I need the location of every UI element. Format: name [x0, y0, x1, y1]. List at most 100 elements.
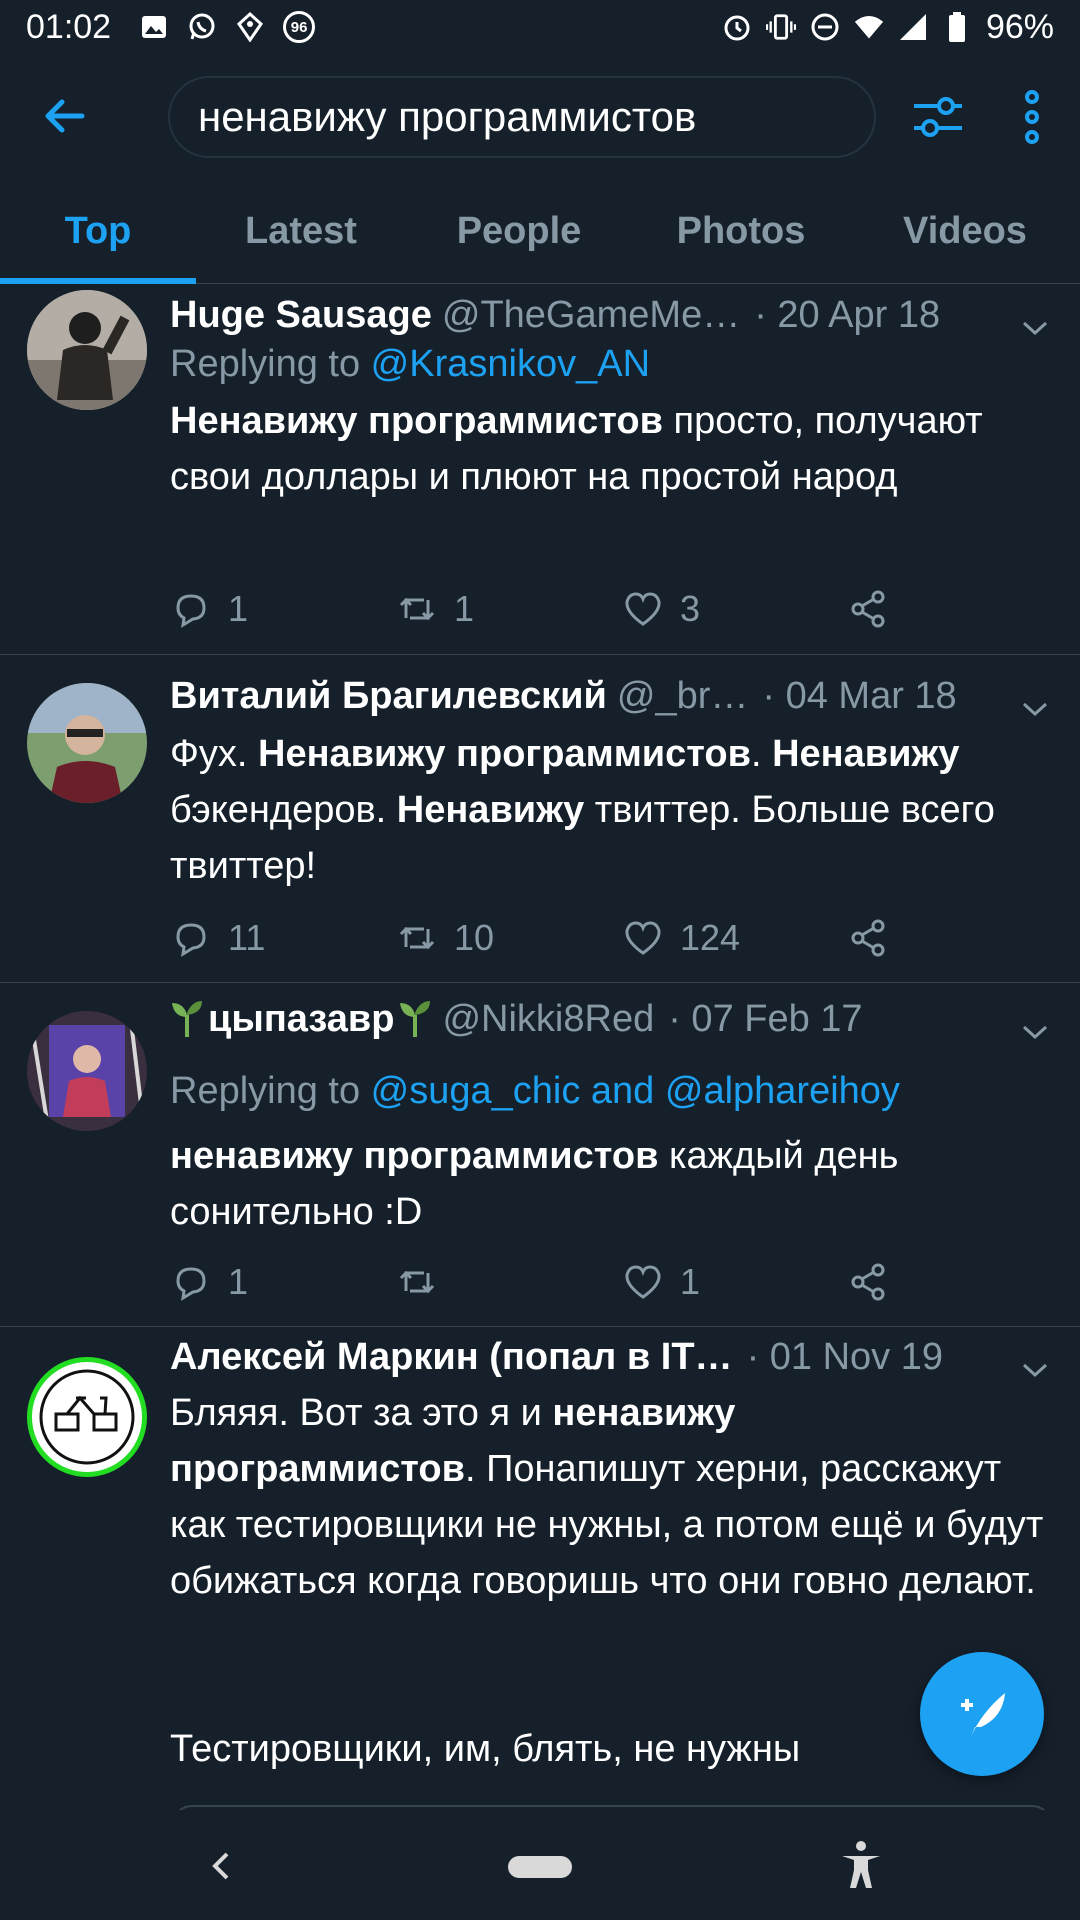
tweet-author-name[interactable]: Huge Sausage — [170, 294, 432, 337]
like-button[interactable]: 3 — [622, 588, 848, 630]
tweet-item[interactable]: Huge Sausage @TheGameMe… · 20 Apr 18 Rep… — [0, 285, 1080, 655]
chevron-down-icon[interactable] — [1020, 1347, 1050, 1378]
retweet-button[interactable]: 10 — [396, 917, 622, 959]
highlight-text: Ненавижу программистов — [258, 733, 751, 775]
tweet-header: Huge Sausage @TheGameMe… · 20 Apr 18 — [170, 287, 1050, 343]
reply-button[interactable]: 1 — [170, 588, 396, 630]
tweet-author-handle[interactable]: @TheGameMe… — [442, 294, 740, 337]
avatar[interactable] — [27, 1011, 147, 1131]
tweet-author-handle[interactable]: @Nikki8Red — [442, 998, 654, 1041]
tweet-date: · 04 Mar 18 — [762, 674, 957, 717]
reply-count: 1 — [228, 1261, 249, 1302]
search-tabs: Top Latest People Photos Videos — [0, 178, 1080, 284]
chevron-down-icon[interactable] — [1020, 686, 1050, 717]
alarm-icon — [722, 12, 752, 42]
signal-icon — [898, 12, 928, 42]
battery-percent: 96% — [985, 7, 1054, 46]
avatar[interactable] — [27, 1357, 147, 1477]
tab-latest[interactable]: Latest — [196, 178, 406, 284]
heart-icon — [625, 1265, 661, 1299]
tweet-author-name[interactable]: Виталий Брагилевский — [170, 675, 607, 718]
replying-to-prefix: Replying to — [170, 343, 371, 385]
tweet-author-name[interactable]: цыпазавр — [208, 998, 394, 1041]
tweet-actions: 1 1 3 — [170, 579, 1050, 639]
replying-to: Replying to @Krasnikov_AN — [170, 343, 650, 386]
highlight-text: ненавижу программистов — [170, 1135, 659, 1177]
reply-icon — [176, 923, 206, 957]
reply-button[interactable]: 1 — [170, 1261, 396, 1303]
search-filter-icon[interactable] — [910, 92, 966, 142]
tab-videos[interactable]: Videos — [850, 178, 1080, 284]
dnd-icon — [810, 12, 840, 42]
tab-photos[interactable]: Photos — [632, 178, 850, 284]
retweet-count: 1 — [454, 588, 475, 629]
tweet-text: Ненавижу программистов просто, получают … — [170, 393, 1050, 505]
wifi-icon — [854, 12, 884, 42]
reply-count: 11 — [228, 917, 266, 958]
retweet-button[interactable] — [396, 1261, 622, 1303]
nav-home-pill[interactable] — [508, 1856, 572, 1878]
tweet-author-handle[interactable]: @_br… — [617, 675, 749, 718]
search-input[interactable]: ненавижу программистов — [168, 76, 876, 158]
sprout-emoji-icon — [398, 999, 432, 1039]
tweet-text: Бляяя. Вот за это я и ненавижу программи… — [170, 1385, 1050, 1609]
avatar[interactable] — [27, 290, 147, 410]
share-button[interactable] — [848, 917, 890, 959]
tab-top[interactable]: Top — [0, 178, 196, 284]
like-button[interactable]: 124 — [622, 917, 848, 959]
tab-people[interactable]: People — [406, 178, 632, 284]
tweet-item[interactable]: Алексей Маркин (попал в IT… · 01 Nov 19 … — [0, 1327, 1080, 1810]
tweet-date: · 20 Apr 18 — [754, 293, 941, 336]
tweet-date: · 01 Nov 19 — [746, 1335, 944, 1378]
highlight-text: Ненавижу — [772, 733, 960, 775]
tweet-date: · 07 Feb 17 — [668, 997, 863, 1040]
tweet-author-name[interactable]: Алексей Маркин (попал в IT… — [170, 1336, 733, 1379]
whatsapp-icon — [187, 12, 217, 42]
reply-button[interactable]: 11 — [170, 917, 396, 959]
tweet-actions: 1 1 — [170, 1252, 1050, 1312]
heart-icon — [625, 921, 661, 955]
retweet-icon — [399, 1270, 435, 1294]
search-header: ненавижу программистов — [0, 54, 1080, 178]
text-segment: . — [750, 733, 773, 775]
notification-badge: 96 — [283, 11, 316, 43]
share-icon — [851, 590, 885, 628]
chevron-down-icon[interactable] — [1020, 1009, 1050, 1040]
like-count: 124 — [680, 917, 741, 958]
tweet-header: Алексей Маркин (попал в IT… · 01 Nov 19 — [170, 1329, 1050, 1385]
share-button[interactable] — [848, 1261, 890, 1303]
accessibility-icon[interactable] — [838, 1840, 884, 1890]
tweet-item[interactable]: цыпазавр @Nikki8Red · 07 Feb 17 Replying… — [0, 983, 1080, 1327]
location-icon — [235, 12, 265, 42]
gallery-icon — [139, 12, 169, 42]
back-arrow-icon[interactable] — [40, 92, 88, 140]
replying-to-link[interactable]: @Krasnikov_AN — [371, 343, 650, 385]
nav-back-icon[interactable] — [205, 1846, 235, 1886]
status-time: 01:02 — [26, 7, 112, 46]
system-nav-bar — [0, 1810, 1080, 1920]
highlight-text: Ненавижу — [396, 789, 585, 831]
share-button[interactable] — [848, 588, 890, 630]
retweet-icon — [399, 926, 435, 950]
avatar[interactable] — [27, 683, 147, 803]
compose-feather-icon — [961, 1693, 1005, 1737]
search-query-text: ненавижу программистов — [198, 93, 697, 140]
like-count: 3 — [680, 588, 701, 629]
chevron-down-icon[interactable] — [1020, 305, 1050, 336]
tweet-item[interactable]: Виталий Брагилевский @_br… · 04 Mar 18 Ф… — [0, 655, 1080, 983]
highlight-text: Ненавижу программистов — [170, 400, 663, 442]
share-icon — [851, 919, 885, 957]
tweet-header: Виталий Брагилевский @_br… · 04 Mar 18 — [170, 668, 1050, 724]
text-segment: Бляяя. Вот за это я и — [170, 1392, 553, 1434]
reply-icon — [176, 1267, 206, 1301]
replying-to-link[interactable]: @suga_chic and @alphareihoy — [371, 1070, 900, 1112]
retweet-button[interactable]: 1 — [396, 588, 622, 630]
text-segment: Фух. — [170, 733, 259, 775]
reply-count: 1 — [228, 588, 249, 629]
compose-tweet-button[interactable] — [920, 1652, 1044, 1776]
more-options-icon[interactable] — [1014, 88, 1050, 146]
like-button[interactable]: 1 — [622, 1261, 848, 1303]
replying-to-prefix: Replying to — [170, 1070, 371, 1112]
heart-icon — [625, 592, 661, 626]
sprout-emoji-icon — [170, 999, 204, 1039]
